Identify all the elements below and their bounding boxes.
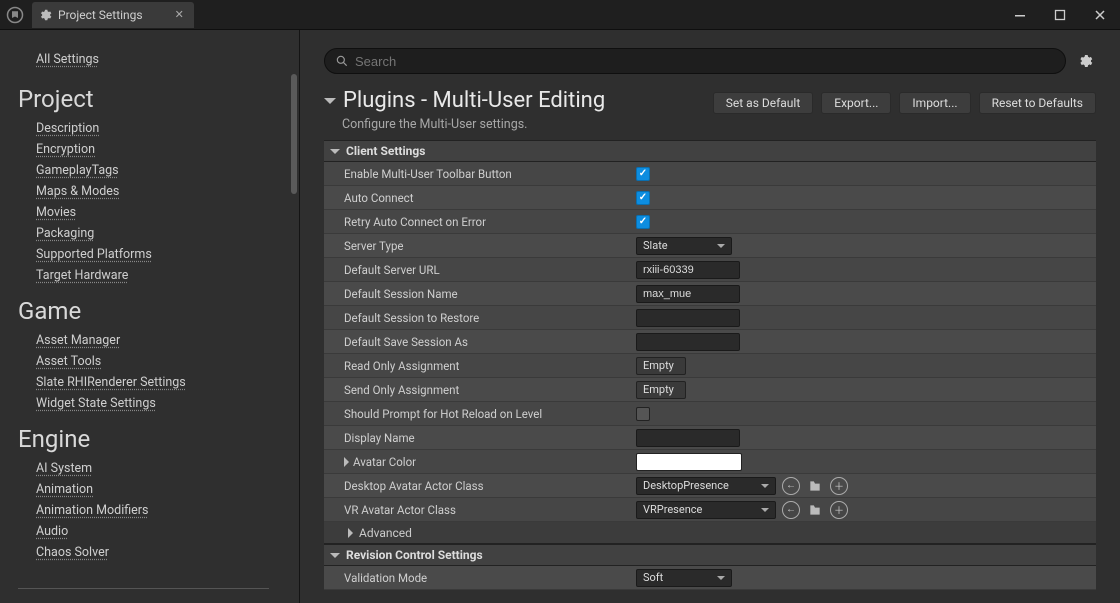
import-button[interactable]: Import...	[899, 92, 970, 114]
sidebar-item-chaos-solver[interactable]: Chaos Solver	[36, 545, 281, 560]
page-subtitle: Configure the Multi-User settings.	[342, 117, 701, 132]
app-logo	[0, 0, 30, 30]
dropdown-validation-mode[interactable]: Soft	[636, 569, 732, 587]
sidebar: All Settings Project Description Encrypt…	[0, 30, 300, 603]
label-vr-avatar: VR Avatar Actor Class	[324, 503, 624, 517]
input-save-session-as[interactable]	[636, 333, 740, 351]
sidebar-scrollbar[interactable]	[291, 74, 297, 194]
search-box[interactable]	[324, 48, 1066, 74]
chevron-down-icon	[717, 576, 725, 580]
search-icon	[335, 54, 349, 68]
color-picker-avatar[interactable]	[636, 453, 742, 471]
label-prompt-reload: Should Prompt for Hot Reload on Level	[324, 407, 624, 421]
close-button[interactable]	[1080, 0, 1120, 30]
sidebar-item-supported-platforms[interactable]: Supported Platforms	[36, 247, 281, 262]
checkbox-retry-auto[interactable]	[636, 215, 650, 229]
collapse-icon[interactable]	[324, 98, 336, 104]
label-session-name: Default Session Name	[324, 287, 624, 301]
dropdown-send-only[interactable]: Empty	[636, 381, 686, 399]
chevron-down-icon	[761, 508, 769, 512]
sidebar-item-gameplaytags[interactable]: GameplayTags	[36, 163, 281, 178]
use-selected-button[interactable]: ←	[782, 501, 800, 519]
set-as-default-button[interactable]: Set as Default	[713, 92, 813, 114]
chevron-down-icon	[330, 553, 340, 558]
sidebar-section-project: Project	[18, 85, 281, 113]
label-desktop-avatar: Desktop Avatar Actor Class	[324, 479, 624, 493]
reset-defaults-button[interactable]: Reset to Defaults	[979, 92, 1096, 114]
checkbox-enable-toolbar[interactable]	[636, 167, 650, 181]
label-validation-mode: Validation Mode	[324, 571, 624, 585]
label-retry-auto: Retry Auto Connect on Error	[324, 215, 624, 229]
sidebar-item-slate-rhi[interactable]: Slate RHIRenderer Settings	[36, 375, 281, 390]
dropdown-server-type[interactable]: Slate	[636, 237, 732, 255]
input-session-restore[interactable]	[636, 309, 740, 327]
sidebar-item-target-hardware[interactable]: Target Hardware	[36, 268, 281, 283]
label-server-url: Default Server URL	[324, 263, 624, 277]
chevron-down-icon	[717, 244, 725, 248]
gear-icon	[38, 8, 52, 22]
export-button[interactable]: Export...	[821, 92, 891, 114]
advanced-toggle[interactable]: Advanced	[324, 522, 1096, 544]
window-controls	[1000, 0, 1120, 30]
sidebar-section-engine: Engine	[18, 425, 281, 453]
label-send-only: Send Only Assignment	[324, 383, 624, 397]
sidebar-item-widget-state[interactable]: Widget State Settings	[36, 396, 281, 411]
label-read-only: Read Only Assignment	[324, 359, 624, 373]
tab-title: Project Settings	[58, 8, 143, 22]
add-button[interactable]: ＋	[830, 477, 848, 495]
tab-close-button[interactable]: ✕	[175, 8, 184, 21]
sidebar-item-ai-system[interactable]: AI System	[36, 461, 281, 476]
sidebar-item-audio[interactable]: Audio	[36, 524, 281, 539]
checkbox-prompt-reload[interactable]	[636, 407, 650, 421]
use-selected-button[interactable]: ←	[782, 477, 800, 495]
settings-gear-button[interactable]	[1074, 50, 1096, 72]
sidebar-item-asset-manager[interactable]: Asset Manager	[36, 333, 281, 348]
add-button[interactable]: ＋	[830, 501, 848, 519]
tab-project-settings[interactable]: Project Settings ✕	[32, 2, 194, 28]
page-title: Plugins - Multi-User Editing	[324, 88, 701, 113]
content-panel: Plugins - Multi-User Editing Configure t…	[300, 30, 1120, 603]
chevron-down-icon	[761, 484, 769, 488]
sidebar-divider	[18, 588, 269, 589]
input-display-name[interactable]	[636, 429, 740, 447]
browse-to-button[interactable]	[806, 501, 824, 519]
sidebar-item-movies[interactable]: Movies	[36, 205, 281, 220]
input-server-url[interactable]	[636, 261, 740, 279]
category-revision-control[interactable]: Revision Control Settings	[324, 544, 1096, 566]
sidebar-all-settings[interactable]: All Settings	[36, 52, 281, 67]
sidebar-item-animation-modifiers[interactable]: Animation Modifiers	[36, 503, 281, 518]
label-save-session-as: Default Save Session As	[324, 335, 624, 349]
search-input[interactable]	[355, 54, 1055, 69]
label-server-type: Server Type	[324, 239, 624, 253]
dropdown-read-only[interactable]: Empty	[636, 357, 686, 375]
browse-to-button[interactable]	[806, 477, 824, 495]
sidebar-item-packaging[interactable]: Packaging	[36, 226, 281, 241]
chevron-down-icon	[330, 149, 340, 154]
label-avatar-color: Avatar Color	[324, 455, 624, 469]
checkbox-auto-connect[interactable]	[636, 191, 650, 205]
category-client-settings[interactable]: Client Settings	[324, 140, 1096, 162]
dropdown-desktop-avatar[interactable]: DesktopPresence	[636, 477, 776, 495]
label-enable-toolbar: Enable Multi-User Toolbar Button	[324, 167, 624, 181]
dropdown-vr-avatar[interactable]: VRPresence	[636, 501, 776, 519]
minimize-button[interactable]	[1000, 0, 1040, 30]
sidebar-item-animation[interactable]: Animation	[36, 482, 281, 497]
chevron-right-icon[interactable]	[344, 457, 349, 467]
sidebar-item-description[interactable]: Description	[36, 121, 281, 136]
label-session-restore: Default Session to Restore	[324, 311, 624, 325]
sidebar-item-maps-modes[interactable]: Maps & Modes	[36, 184, 281, 199]
sidebar-section-game: Game	[18, 297, 281, 325]
chevron-right-icon	[348, 528, 353, 538]
label-auto-connect: Auto Connect	[324, 191, 624, 205]
sidebar-item-encryption[interactable]: Encryption	[36, 142, 281, 157]
sidebar-item-asset-tools[interactable]: Asset Tools	[36, 354, 281, 369]
input-session-name[interactable]	[636, 285, 740, 303]
maximize-button[interactable]	[1040, 0, 1080, 30]
label-display-name: Display Name	[324, 431, 624, 445]
titlebar: Project Settings ✕	[0, 0, 1120, 30]
